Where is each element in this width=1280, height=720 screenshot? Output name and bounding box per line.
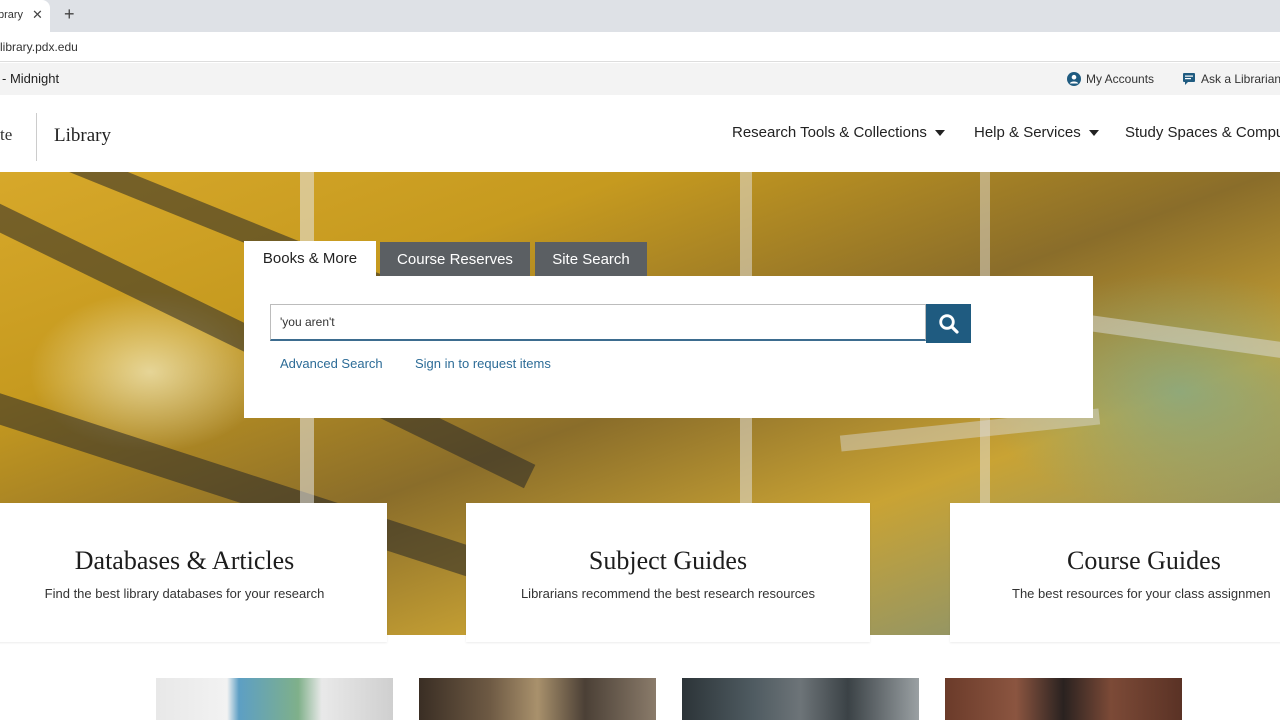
- ask-librarian-label: Ask a Librarian: [1201, 72, 1280, 86]
- photo-thumbnail[interactable]: [682, 678, 919, 720]
- logo-divider: [36, 113, 37, 161]
- browser-tab[interactable]: brary ✕: [0, 0, 50, 32]
- site-header: te Library Research Tools & Collections …: [0, 95, 1280, 172]
- card-title: Course Guides: [1067, 546, 1221, 575]
- my-accounts-label: My Accounts: [1086, 72, 1155, 86]
- tab-books-and-more[interactable]: Books & More: [244, 241, 376, 276]
- nav-research-tools[interactable]: Research Tools & Collections: [732, 124, 945, 141]
- card-subject-guides[interactable]: Subject Guides Librarians recommend the …: [466, 503, 870, 642]
- card-course-guides[interactable]: Course Guides The best resources for you…: [950, 503, 1280, 642]
- library-hours: - Midnight: [2, 71, 60, 86]
- university-logo[interactable]: te: [0, 125, 12, 149]
- card-subtitle: The best resources for your class assign…: [1012, 586, 1271, 601]
- photo-thumbnail[interactable]: [419, 678, 656, 720]
- tab-course-reserves[interactable]: Course Reserves: [380, 242, 530, 276]
- card-subtitle: Find the best library databases for your…: [44, 586, 325, 601]
- new-tab-icon[interactable]: +: [64, 4, 75, 25]
- close-icon[interactable]: ✕: [32, 7, 43, 23]
- card-title: Databases & Articles: [74, 546, 295, 575]
- nav-study-spaces[interactable]: Study Spaces & Compu: [1125, 124, 1280, 141]
- search-input[interactable]: [270, 304, 926, 341]
- nav-study-spaces-label: Study Spaces & Compu: [1125, 124, 1280, 141]
- search-panel: Advanced Search Sign in to request items: [244, 276, 1093, 418]
- address-bar[interactable]: library.pdx.edu: [0, 32, 1280, 62]
- card-subtitle: Librarians recommend the best research r…: [520, 586, 816, 601]
- logo-text-fragment: te: [0, 125, 13, 144]
- advanced-search-link[interactable]: Advanced Search: [280, 356, 383, 371]
- sign-in-request-link[interactable]: Sign in to request items: [415, 356, 551, 371]
- card-databases-articles[interactable]: Databases & Articles Find the best libra…: [0, 503, 387, 642]
- browser-tabstrip: brary ✕ +: [0, 0, 1280, 32]
- nav-help-services[interactable]: Help & Services: [974, 124, 1099, 141]
- search-icon: [938, 313, 959, 334]
- my-accounts-link[interactable]: My Accounts: [1067, 72, 1154, 86]
- address-bar-url: library.pdx.edu: [0, 40, 78, 54]
- user-circle-icon: [1067, 72, 1081, 86]
- nav-help-services-label: Help & Services: [974, 124, 1081, 141]
- browser-tab-title: brary: [0, 9, 24, 21]
- photo-thumbnail[interactable]: [945, 678, 1182, 720]
- chat-icon: [1183, 73, 1195, 85]
- nav-research-tools-label: Research Tools & Collections: [732, 124, 927, 141]
- caret-down-icon: [934, 129, 945, 136]
- photo-thumbnail[interactable]: [156, 678, 393, 720]
- utility-bar: - Midnight My Accounts Ask a Librarian: [0, 63, 1280, 95]
- search-button[interactable]: [926, 304, 971, 343]
- page-root: brary ✕ + library.pdx.edu - Midnight My …: [0, 0, 1280, 720]
- library-wordmark[interactable]: Library: [54, 125, 111, 147]
- ask-librarian-link[interactable]: Ask a Librarian: [1182, 72, 1280, 86]
- card-title: Subject Guides: [588, 546, 748, 575]
- caret-down-icon: [1088, 129, 1099, 136]
- tab-site-search[interactable]: Site Search: [535, 242, 647, 276]
